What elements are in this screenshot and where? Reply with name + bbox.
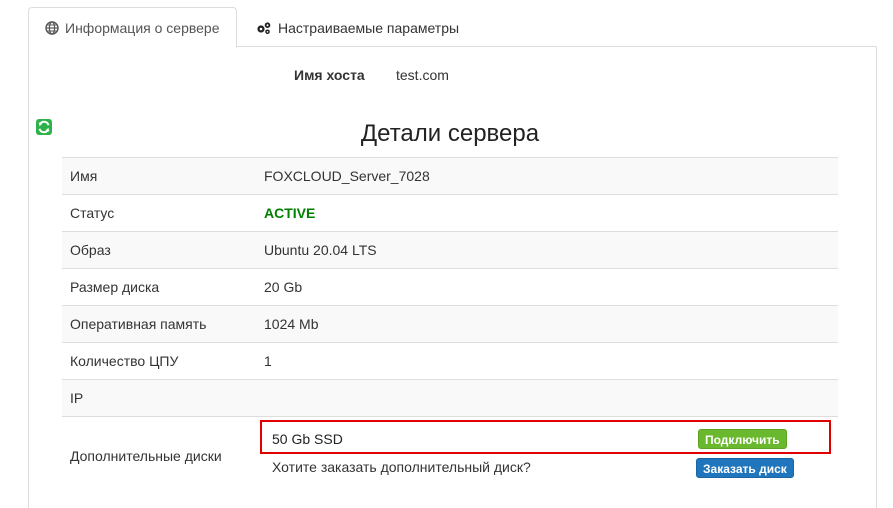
row-label-disk-size: Размер диска <box>62 268 256 306</box>
disk-name: 50 Gb SSD <box>272 431 343 447</box>
row-value-ip <box>256 379 838 417</box>
table-row: Статус ACTIVE <box>62 194 838 232</box>
connect-disk-button[interactable]: Подключить <box>698 429 787 449</box>
row-value-disk-size: 20 Gb <box>256 268 838 306</box>
cogs-icon <box>257 21 271 34</box>
tab-label: Информация о сервере <box>65 19 220 36</box>
hostname-label: Имя хоста <box>294 67 365 83</box>
order-disk-button[interactable]: Заказать диск <box>696 458 794 478</box>
table-row: IP <box>62 379 838 417</box>
table-row-extra-disks: Дополнительные диски 50 Gb SSD Подключит… <box>62 416 838 495</box>
globe-icon <box>45 20 59 35</box>
table-row: Имя FOXCLOUD_Server_7028 <box>62 157 838 195</box>
row-label-cpu: Количество ЦПУ <box>62 342 256 380</box>
row-value-ram: 1024 Mb <box>256 305 838 343</box>
hostname-value: test.com <box>396 67 449 83</box>
row-label-ram: Оперативная память <box>62 305 256 343</box>
server-details-table: Имя FOXCLOUD_Server_7028 Статус ACTIVE О… <box>62 157 838 495</box>
row-value-status: ACTIVE <box>256 194 838 232</box>
server-details-title: Детали сервера <box>360 120 540 147</box>
row-label-extra-disks: Дополнительные диски <box>62 416 256 495</box>
status-badge: ACTIVE <box>264 205 316 221</box>
tab-label: Настраиваемые параметры <box>278 19 460 36</box>
refresh-icon[interactable] <box>36 119 52 135</box>
row-value-image: Ubuntu 20.04 LTS <box>256 231 838 269</box>
row-value-cpu: 1 <box>256 342 838 380</box>
table-row: Размер диска 20 Gb <box>62 268 838 306</box>
table-row: Образ Ubuntu 20.04 LTS <box>62 231 838 269</box>
row-value-extra-disks: 50 Gb SSD Подключить Хотите заказать доп… <box>256 416 838 495</box>
hostname-row: Имя хоста test.com <box>29 67 876 87</box>
row-value-name: FOXCLOUD_Server_7028 <box>256 157 838 195</box>
tab-custom-params[interactable]: Настраиваемые параметры <box>240 7 475 48</box>
order-disk-prompt: Хотите заказать дополнительный диск? <box>272 459 531 475</box>
tab-server-info[interactable]: Информация о сервере <box>28 7 237 48</box>
table-row: Оперативная память 1024 Mb <box>62 305 838 343</box>
row-label-ip: IP <box>62 379 256 417</box>
row-label-status: Статус <box>62 194 256 232</box>
row-label-image: Образ <box>62 231 256 269</box>
row-label-name: Имя <box>62 157 256 195</box>
tab-bar: Информация о сервере Настраиваемые парам… <box>28 0 877 48</box>
extra-disks-box: 50 Gb SSD Подключить Хотите заказать доп… <box>260 417 831 495</box>
table-row: Количество ЦПУ 1 <box>62 342 838 380</box>
